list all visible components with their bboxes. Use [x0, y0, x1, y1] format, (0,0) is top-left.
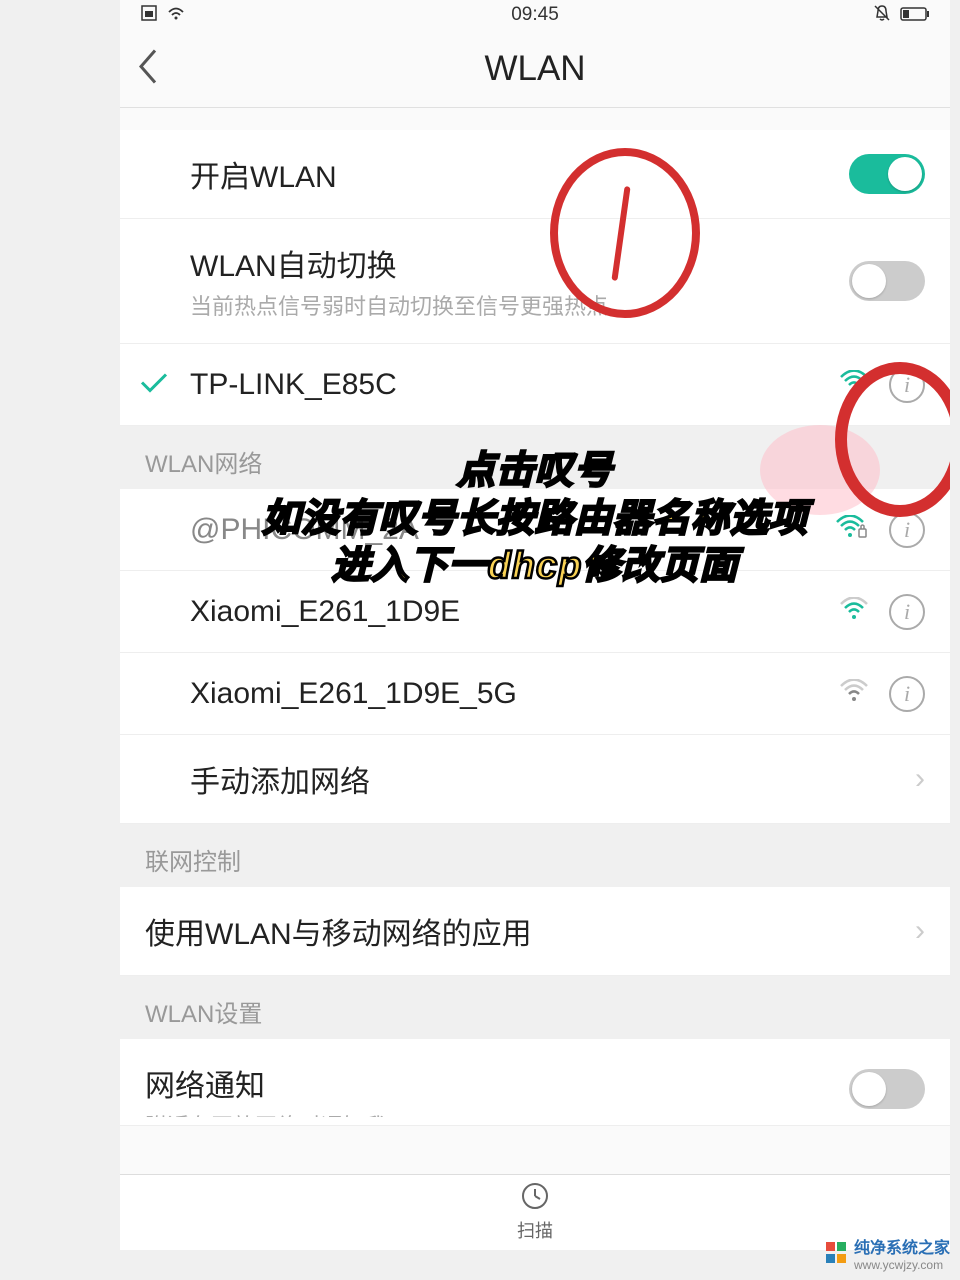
bell-off-icon — [872, 3, 892, 28]
wifi-signal-icon — [835, 515, 869, 544]
auto-switch-label: WLAN自动切换 — [190, 241, 849, 285]
info-icon[interactable]: i — [889, 594, 925, 630]
wifi-signal-icon — [839, 679, 869, 708]
wifi-signal-icon — [839, 597, 869, 626]
status-bar: 09:45 — [120, 0, 950, 30]
auto-switch-subtitle: 当前热点信号弱时自动切换至信号更强热点 — [190, 289, 849, 321]
manual-add-row[interactable]: 手动添加网络 › — [120, 735, 950, 824]
app-usage-row[interactable]: 使用WLAN与移动网络的应用 › — [120, 887, 950, 976]
auto-switch-toggle[interactable] — [849, 261, 925, 301]
sim-icon — [140, 4, 158, 27]
manual-add-label: 手动添加网络 — [190, 757, 915, 801]
wifi-status-icon — [166, 5, 186, 26]
watermark-title: 纯净系统之家 — [854, 1234, 950, 1258]
network-name: Xiaomi_E261_1D9E_5G — [190, 677, 839, 711]
network-row[interactable]: Xiaomi_E261_1D9E i — [120, 571, 950, 653]
watermark: 纯净系统之家 www.ycwjzy.com — [826, 1234, 950, 1272]
network-notify-row[interactable]: 网络通知 附近有开放网络时通知我 — [120, 1039, 950, 1126]
chevron-right-icon: › — [915, 762, 925, 796]
status-time: 09:45 — [511, 4, 559, 26]
checkmark-icon — [138, 370, 170, 399]
scan-icon — [521, 1182, 549, 1215]
info-icon[interactable]: i — [889, 676, 925, 712]
info-icon[interactable]: i — [889, 367, 925, 403]
wlan-enable-row[interactable]: 开启WLAN — [120, 130, 950, 219]
watermark-logo-icon — [826, 1242, 848, 1264]
page-title: WLAN — [484, 49, 585, 89]
wifi-signal-icon — [839, 370, 869, 399]
battery-icon — [900, 5, 930, 26]
wlan-enable-label: 开启WLAN — [190, 152, 849, 196]
connected-network-name: TP-LINK_E85C — [190, 368, 839, 402]
network-notify-toggle[interactable] — [849, 1069, 925, 1109]
network-name: Xiaomi_E261_1D9E — [190, 595, 839, 629]
page-header: WLAN — [120, 30, 950, 108]
watermark-url: www.ycwjzy.com — [854, 1258, 950, 1272]
wlan-settings-section-header: WLAN设置 — [120, 976, 950, 1039]
back-button[interactable] — [135, 44, 163, 93]
connected-network-row[interactable]: TP-LINK_E85C i — [120, 344, 950, 426]
auto-switch-row[interactable]: WLAN自动切换 当前热点信号弱时自动切换至信号更强热点 — [120, 219, 950, 344]
network-notify-subtitle: 附近有开放网络时通知我 — [145, 1109, 849, 1117]
info-icon[interactable]: i — [889, 512, 925, 548]
network-notify-label: 网络通知 — [145, 1061, 849, 1105]
wlan-enable-toggle[interactable] — [849, 154, 925, 194]
networks-section-header: WLAN网络 — [120, 426, 950, 489]
network-row[interactable]: @PHICOMM_2A i — [120, 489, 950, 571]
control-section-header: 联网控制 — [120, 824, 950, 887]
chevron-right-icon: › — [915, 914, 925, 948]
network-name: @PHICOMM_2A — [190, 513, 835, 547]
app-usage-label: 使用WLAN与移动网络的应用 — [145, 909, 915, 953]
footer-scan-label: 扫描 — [517, 1217, 553, 1243]
network-row[interactable]: Xiaomi_E261_1D9E_5G i — [120, 653, 950, 735]
